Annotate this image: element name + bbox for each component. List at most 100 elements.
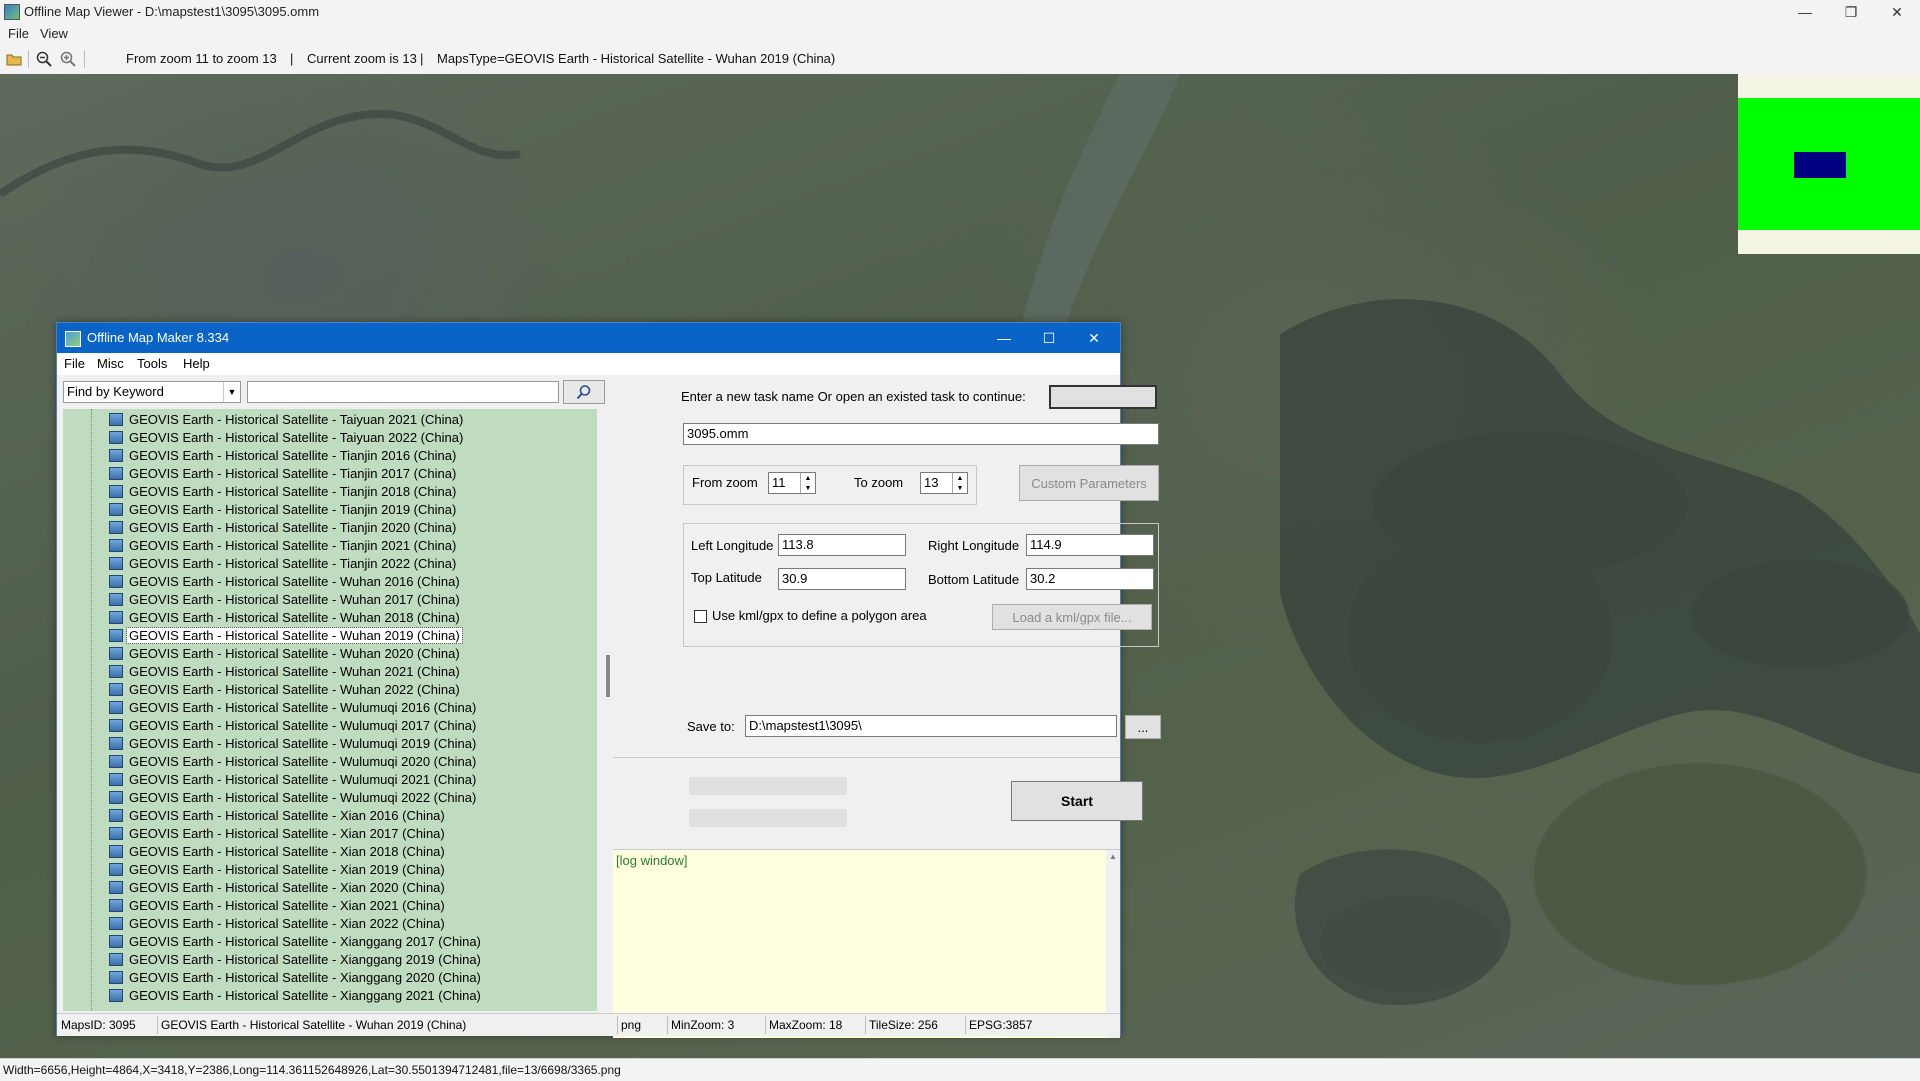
tree-item[interactable]: GEOVIS Earth - Historical Satellite - Wu… bbox=[63, 717, 597, 735]
top-latitude-input[interactable]: 30.9 bbox=[778, 568, 906, 590]
tree-item-label: GEOVIS Earth - Historical Satellite - Wu… bbox=[129, 790, 477, 805]
map-layer-icon bbox=[109, 755, 123, 768]
map-layer-icon bbox=[109, 593, 123, 606]
spin-down-icon[interactable]: ▼ bbox=[800, 483, 815, 493]
tree-item[interactable]: GEOVIS Earth - Historical Satellite - Ti… bbox=[63, 447, 597, 465]
tree-item[interactable]: GEOVIS Earth - Historical Satellite - Wu… bbox=[63, 591, 597, 609]
browse-button[interactable]: ... bbox=[1125, 715, 1161, 739]
tree-item[interactable]: GEOVIS Earth - Historical Satellite - Xi… bbox=[63, 987, 597, 1005]
info-separator: | bbox=[290, 51, 294, 66]
open-task-button[interactable] bbox=[1049, 385, 1157, 409]
minimap-viewport[interactable] bbox=[1794, 152, 1846, 178]
tree-item[interactable]: GEOVIS Earth - Historical Satellite - Xi… bbox=[63, 933, 597, 951]
to-zoom-spinner[interactable]: 13 ▲ ▼ bbox=[920, 472, 968, 494]
area-group: Left Longitude 113.8 Right Longitude 114… bbox=[683, 523, 1159, 647]
tree-item[interactable]: GEOVIS Earth - Historical Satellite - Xi… bbox=[63, 843, 597, 861]
map-layer-icon bbox=[109, 899, 123, 912]
tree-item[interactable]: GEOVIS Earth - Historical Satellite - Xi… bbox=[63, 879, 597, 897]
tree-item[interactable]: GEOVIS Earth - Historical Satellite - Ti… bbox=[63, 555, 597, 573]
tree-item[interactable]: GEOVIS Earth - Historical Satellite - Wu… bbox=[63, 753, 597, 771]
bottom-latitude-input[interactable]: 30.2 bbox=[1026, 568, 1154, 590]
load-kml-button[interactable]: Load a kml/gpx file... bbox=[992, 604, 1152, 630]
dialog-menu-misc[interactable]: Misc bbox=[97, 356, 124, 371]
tree-item[interactable]: GEOVIS Earth - Historical Satellite - Xi… bbox=[63, 897, 597, 915]
search-mode-select[interactable]: Find by Keyword ▼ bbox=[63, 381, 241, 403]
map-layer-icon bbox=[109, 683, 123, 696]
tree-item-label: GEOVIS Earth - Historical Satellite - Xi… bbox=[129, 880, 445, 895]
open-folder-icon[interactable] bbox=[6, 51, 22, 67]
dialog-menu-file[interactable]: File bbox=[64, 356, 85, 371]
tree-item[interactable]: GEOVIS Earth - Historical Satellite - Ti… bbox=[63, 519, 597, 537]
start-button[interactable]: Start bbox=[1011, 781, 1143, 821]
log-scrollbar[interactable]: ▲ ▼ bbox=[1106, 850, 1120, 1038]
toolbar-divider bbox=[28, 50, 29, 68]
close-icon[interactable]: ✕ bbox=[1874, 0, 1920, 24]
tree-item[interactable]: GEOVIS Earth - Historical Satellite - Wu… bbox=[63, 573, 597, 591]
tree-item[interactable]: GEOVIS Earth - Historical Satellite - Ti… bbox=[63, 501, 597, 519]
tree-item-label: GEOVIS Earth - Historical Satellite - Wu… bbox=[126, 627, 463, 644]
zoom-out-icon[interactable] bbox=[36, 51, 52, 67]
tree-scrollbar-thumb[interactable] bbox=[606, 655, 610, 697]
dialog-minimize-icon[interactable]: — bbox=[982, 323, 1026, 353]
tree-item-label: GEOVIS Earth - Historical Satellite - Wu… bbox=[129, 736, 477, 751]
tree-item[interactable]: GEOVIS Earth - Historical Satellite - Xi… bbox=[63, 861, 597, 879]
tree-item-label: GEOVIS Earth - Historical Satellite - Wu… bbox=[129, 700, 477, 715]
tree-item[interactable]: GEOVIS Earth - Historical Satellite - Ti… bbox=[63, 465, 597, 483]
tree-item-label: GEOVIS Earth - Historical Satellite - Ti… bbox=[129, 484, 457, 499]
tree-item[interactable]: GEOVIS Earth - Historical Satellite - Wu… bbox=[63, 627, 597, 645]
save-path-input[interactable]: D:\mapstest1\3095\ bbox=[745, 715, 1117, 737]
left-longitude-input[interactable]: 113.8 bbox=[778, 534, 906, 556]
restore-icon[interactable]: ❐ bbox=[1828, 0, 1874, 24]
zoom-in-icon[interactable] bbox=[60, 51, 76, 67]
tree-item[interactable]: GEOVIS Earth - Historical Satellite - Ti… bbox=[63, 537, 597, 555]
dialog-close-icon[interactable]: ✕ bbox=[1072, 323, 1116, 353]
tree-item[interactable]: GEOVIS Earth - Historical Satellite - Wu… bbox=[63, 645, 597, 663]
tree-item[interactable]: GEOVIS Earth - Historical Satellite - Ta… bbox=[63, 429, 597, 447]
minimize-icon[interactable]: — bbox=[1782, 0, 1828, 24]
custom-parameters-button[interactable]: Custom Parameters bbox=[1019, 465, 1159, 501]
status-divider bbox=[965, 1016, 966, 1034]
search-button[interactable] bbox=[563, 380, 605, 404]
tree-item[interactable]: GEOVIS Earth - Historical Satellite - Xi… bbox=[63, 807, 597, 825]
kml-checkbox[interactable] bbox=[694, 610, 707, 623]
spin-down-icon[interactable]: ▼ bbox=[952, 483, 967, 493]
log-window[interactable]: [log window] ▲ ▼ bbox=[613, 849, 1120, 1038]
dialog-menu-tools[interactable]: Tools bbox=[137, 356, 167, 371]
tree-item[interactable]: GEOVIS Earth - Historical Satellite - Wu… bbox=[63, 789, 597, 807]
tree-item[interactable]: GEOVIS Earth - Historical Satellite - Wu… bbox=[63, 663, 597, 681]
chevron-down-icon[interactable]: ▼ bbox=[223, 382, 240, 402]
spin-up-icon[interactable]: ▲ bbox=[800, 473, 815, 483]
task-prompt: Enter a new task name Or open an existed… bbox=[681, 389, 1026, 404]
search-mode-value: Find by Keyword bbox=[67, 384, 164, 399]
menu-file[interactable]: File bbox=[8, 26, 29, 41]
status-max-zoom: MaxZoom: 18 bbox=[769, 1018, 843, 1032]
task-name-input[interactable]: 3095.omm bbox=[683, 423, 1159, 445]
tree-item[interactable]: GEOVIS Earth - Historical Satellite - Xi… bbox=[63, 915, 597, 933]
map-layer-icon bbox=[109, 665, 123, 678]
tree-item[interactable]: GEOVIS Earth - Historical Satellite - Xi… bbox=[63, 825, 597, 843]
search-input[interactable] bbox=[247, 381, 559, 403]
viewer-toolbar: From zoom 11 to zoom 13 | Current zoom i… bbox=[0, 44, 1920, 75]
tree-item[interactable]: GEOVIS Earth - Historical Satellite - Wu… bbox=[63, 735, 597, 753]
tree-item[interactable]: GEOVIS Earth - Historical Satellite - Xi… bbox=[63, 969, 597, 987]
spin-up-icon[interactable]: ▲ bbox=[952, 473, 967, 483]
map-layer-icon bbox=[109, 467, 123, 480]
tree-item[interactable]: GEOVIS Earth - Historical Satellite - Wu… bbox=[63, 699, 597, 717]
dialog-maximize-icon[interactable]: ☐ bbox=[1027, 323, 1071, 353]
scroll-up-icon[interactable]: ▲ bbox=[1109, 852, 1117, 861]
map-layer-icon bbox=[109, 503, 123, 516]
menu-view[interactable]: View bbox=[40, 26, 68, 41]
tree-item[interactable]: GEOVIS Earth - Historical Satellite - Wu… bbox=[63, 681, 597, 699]
tree-item[interactable]: GEOVIS Earth - Historical Satellite - Wu… bbox=[63, 771, 597, 789]
tree-item[interactable]: GEOVIS Earth - Historical Satellite - Ta… bbox=[63, 411, 597, 429]
maps-tree[interactable]: GEOVIS Earth - Historical Satellite - Ta… bbox=[63, 409, 597, 1011]
tree-item[interactable]: GEOVIS Earth - Historical Satellite - Wu… bbox=[63, 609, 597, 627]
right-longitude-input[interactable]: 114.9 bbox=[1026, 534, 1154, 556]
dialog-menu-help[interactable]: Help bbox=[183, 356, 210, 371]
minimap[interactable] bbox=[1738, 74, 1920, 254]
from-zoom-spinner[interactable]: 11 ▲ ▼ bbox=[768, 472, 816, 494]
tree-item[interactable]: GEOVIS Earth - Historical Satellite - Xi… bbox=[63, 951, 597, 969]
progress-bar-current bbox=[689, 809, 847, 827]
viewer-title: Offline Map Viewer - D:\mapstest1\3095\3… bbox=[24, 4, 320, 19]
tree-item[interactable]: GEOVIS Earth - Historical Satellite - Ti… bbox=[63, 483, 597, 501]
